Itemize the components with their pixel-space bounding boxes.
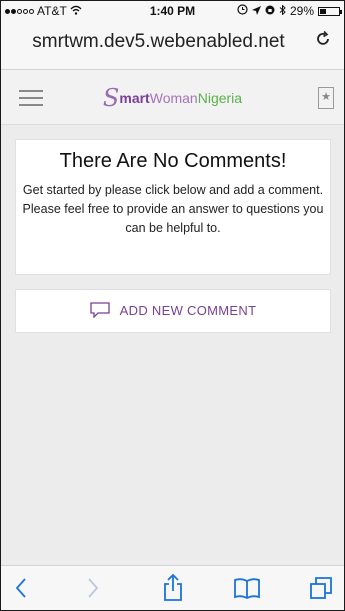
battery-icon [318,6,342,16]
site-header: SmartWomanNigeria ★ [1,70,344,125]
bluetooth-icon [279,4,286,18]
address-bar[interactable]: smrtwm.dev5.webenabled.net [1,21,344,70]
status-bar: AT&T 1:40 PM 29% [1,1,344,21]
site-logo[interactable]: SmartWomanNigeria [1,84,344,112]
logo-s: S [102,84,120,112]
no-comments-card: There Are No Comments! Get started by pl… [15,139,331,275]
no-comments-title: There Are No Comments! [59,150,287,172]
status-right: 29% [237,4,342,18]
logo-woman: Woman [149,90,198,106]
empty-line-1: Get started by please click below and ad… [22,183,324,197]
bookmark-star-icon[interactable]: ★ [318,87,334,109]
phone-screen: AT&T 1:40 PM 29% smrtwm.dev5.webenabled.… [0,0,345,611]
share-icon[interactable] [159,574,187,602]
back-icon[interactable] [7,574,35,602]
battery-percent: 29% [289,4,314,18]
location-icon [251,4,261,18]
comment-icon [90,302,110,318]
add-comment-card[interactable]: ADD NEW COMMENT [15,289,331,333]
add-new-comment-button[interactable]: ADD NEW COMMENT [90,302,257,318]
forward-icon[interactable] [79,574,107,602]
bookmarks-icon[interactable] [233,574,261,602]
logo-smart: mart [119,90,150,106]
orientation-lock-icon [265,4,275,18]
logo-nigeria: Nigeria [197,90,243,106]
reload-icon[interactable] [314,30,332,54]
browser-toolbar [1,565,344,610]
empty-line-2: Please feel free to provide an answer to… [22,202,324,235]
url-field[interactable]: smrtwm.dev5.webenabled.net [17,31,300,53]
alarm-icon [237,4,248,18]
tabs-icon[interactable] [307,574,335,602]
add-new-comment-label: ADD NEW COMMENT [119,302,257,318]
